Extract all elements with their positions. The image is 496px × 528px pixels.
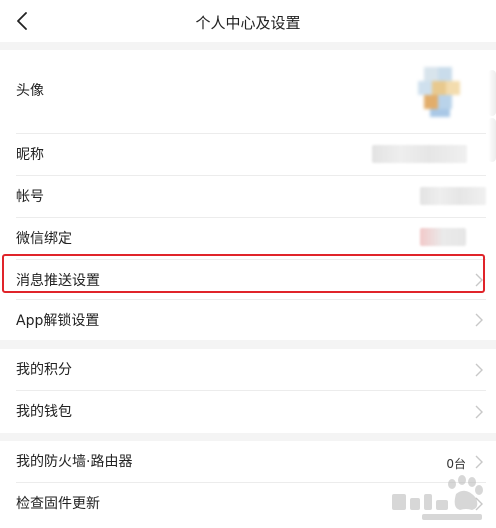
wallet-label: 我的钱包 <box>16 404 72 420</box>
wallet-row[interactable]: 我的钱包 <box>0 391 496 433</box>
wallet-group: 我的积分 我的钱包 <box>0 349 496 433</box>
unlock-settings-row[interactable]: App解锁设置 <box>0 300 496 340</box>
chevron-right-icon <box>475 313 483 327</box>
account-label: 帐号 <box>16 189 44 205</box>
chevron-right-icon <box>475 405 483 419</box>
chevron-right-icon <box>475 363 483 377</box>
page-title: 个人中心及设置 <box>195 14 301 32</box>
wechat-value-redacted <box>420 228 466 246</box>
points-row[interactable]: 我的积分 <box>0 349 496 391</box>
nickname-label: 昵称 <box>16 147 44 163</box>
unlock-settings-label: App解锁设置 <box>16 313 100 329</box>
highlight-box <box>2 254 485 293</box>
baidu-watermark-logo <box>392 475 483 520</box>
account-value-redacted <box>420 187 486 205</box>
edge-shade <box>488 118 496 162</box>
firewall-label: 我的防火墙·路由器 <box>16 454 133 470</box>
edge-shade <box>488 70 496 116</box>
chevron-right-icon <box>475 455 483 469</box>
top-bar: 个人中心及设置 <box>0 0 496 42</box>
wechat-label: 微信绑定 <box>16 231 72 247</box>
points-label: 我的积分 <box>16 362 72 378</box>
avatar-label: 头像 <box>16 83 44 99</box>
firmware-label: 检查固件更新 <box>16 496 100 512</box>
nickname-value-redacted <box>372 145 467 163</box>
avatar <box>418 67 460 117</box>
